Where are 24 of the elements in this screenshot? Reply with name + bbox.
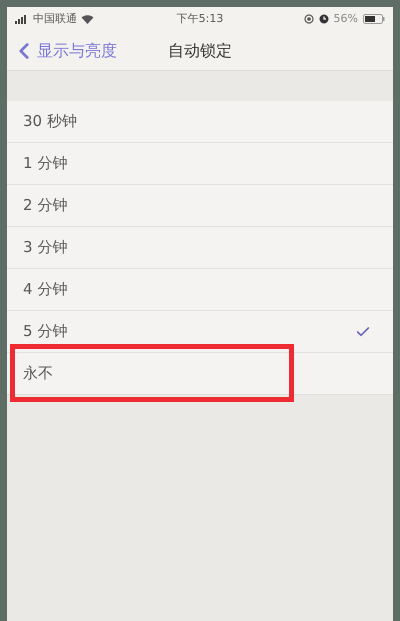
- option-label: 5 分钟: [23, 321, 68, 342]
- option-label: 永不: [23, 363, 54, 384]
- carrier-name: 中国联通: [33, 10, 77, 27]
- option-label: 2 分钟: [23, 195, 68, 216]
- wifi-icon: [81, 14, 94, 24]
- signal-icon: [15, 14, 29, 24]
- battery-percent: 56%: [334, 10, 358, 27]
- option-label: 1 分钟: [23, 153, 68, 174]
- option-row[interactable]: 2 分钟: [7, 185, 393, 227]
- option-label: 4 分钟: [23, 279, 68, 300]
- status-time: 下午5:13: [176, 10, 224, 27]
- option-row[interactable]: 3 分钟: [7, 227, 393, 269]
- option-row[interactable]: 1 分钟: [7, 143, 393, 185]
- option-row[interactable]: 4 分钟: [7, 269, 393, 311]
- page-title: 自动锁定: [168, 40, 232, 62]
- alarm-icon: [318, 14, 329, 24]
- battery-icon: [362, 14, 385, 24]
- back-button[interactable]: 显示与亮度: [11, 38, 117, 64]
- option-row[interactable]: 30 秒钟: [7, 101, 393, 143]
- rotation-lock-icon: [304, 14, 314, 24]
- option-row[interactable]: 永不: [7, 353, 393, 395]
- option-label: 30 秒钟: [23, 111, 78, 132]
- option-row[interactable]: 5 分钟: [7, 311, 393, 353]
- option-label: 3 分钟: [23, 237, 68, 258]
